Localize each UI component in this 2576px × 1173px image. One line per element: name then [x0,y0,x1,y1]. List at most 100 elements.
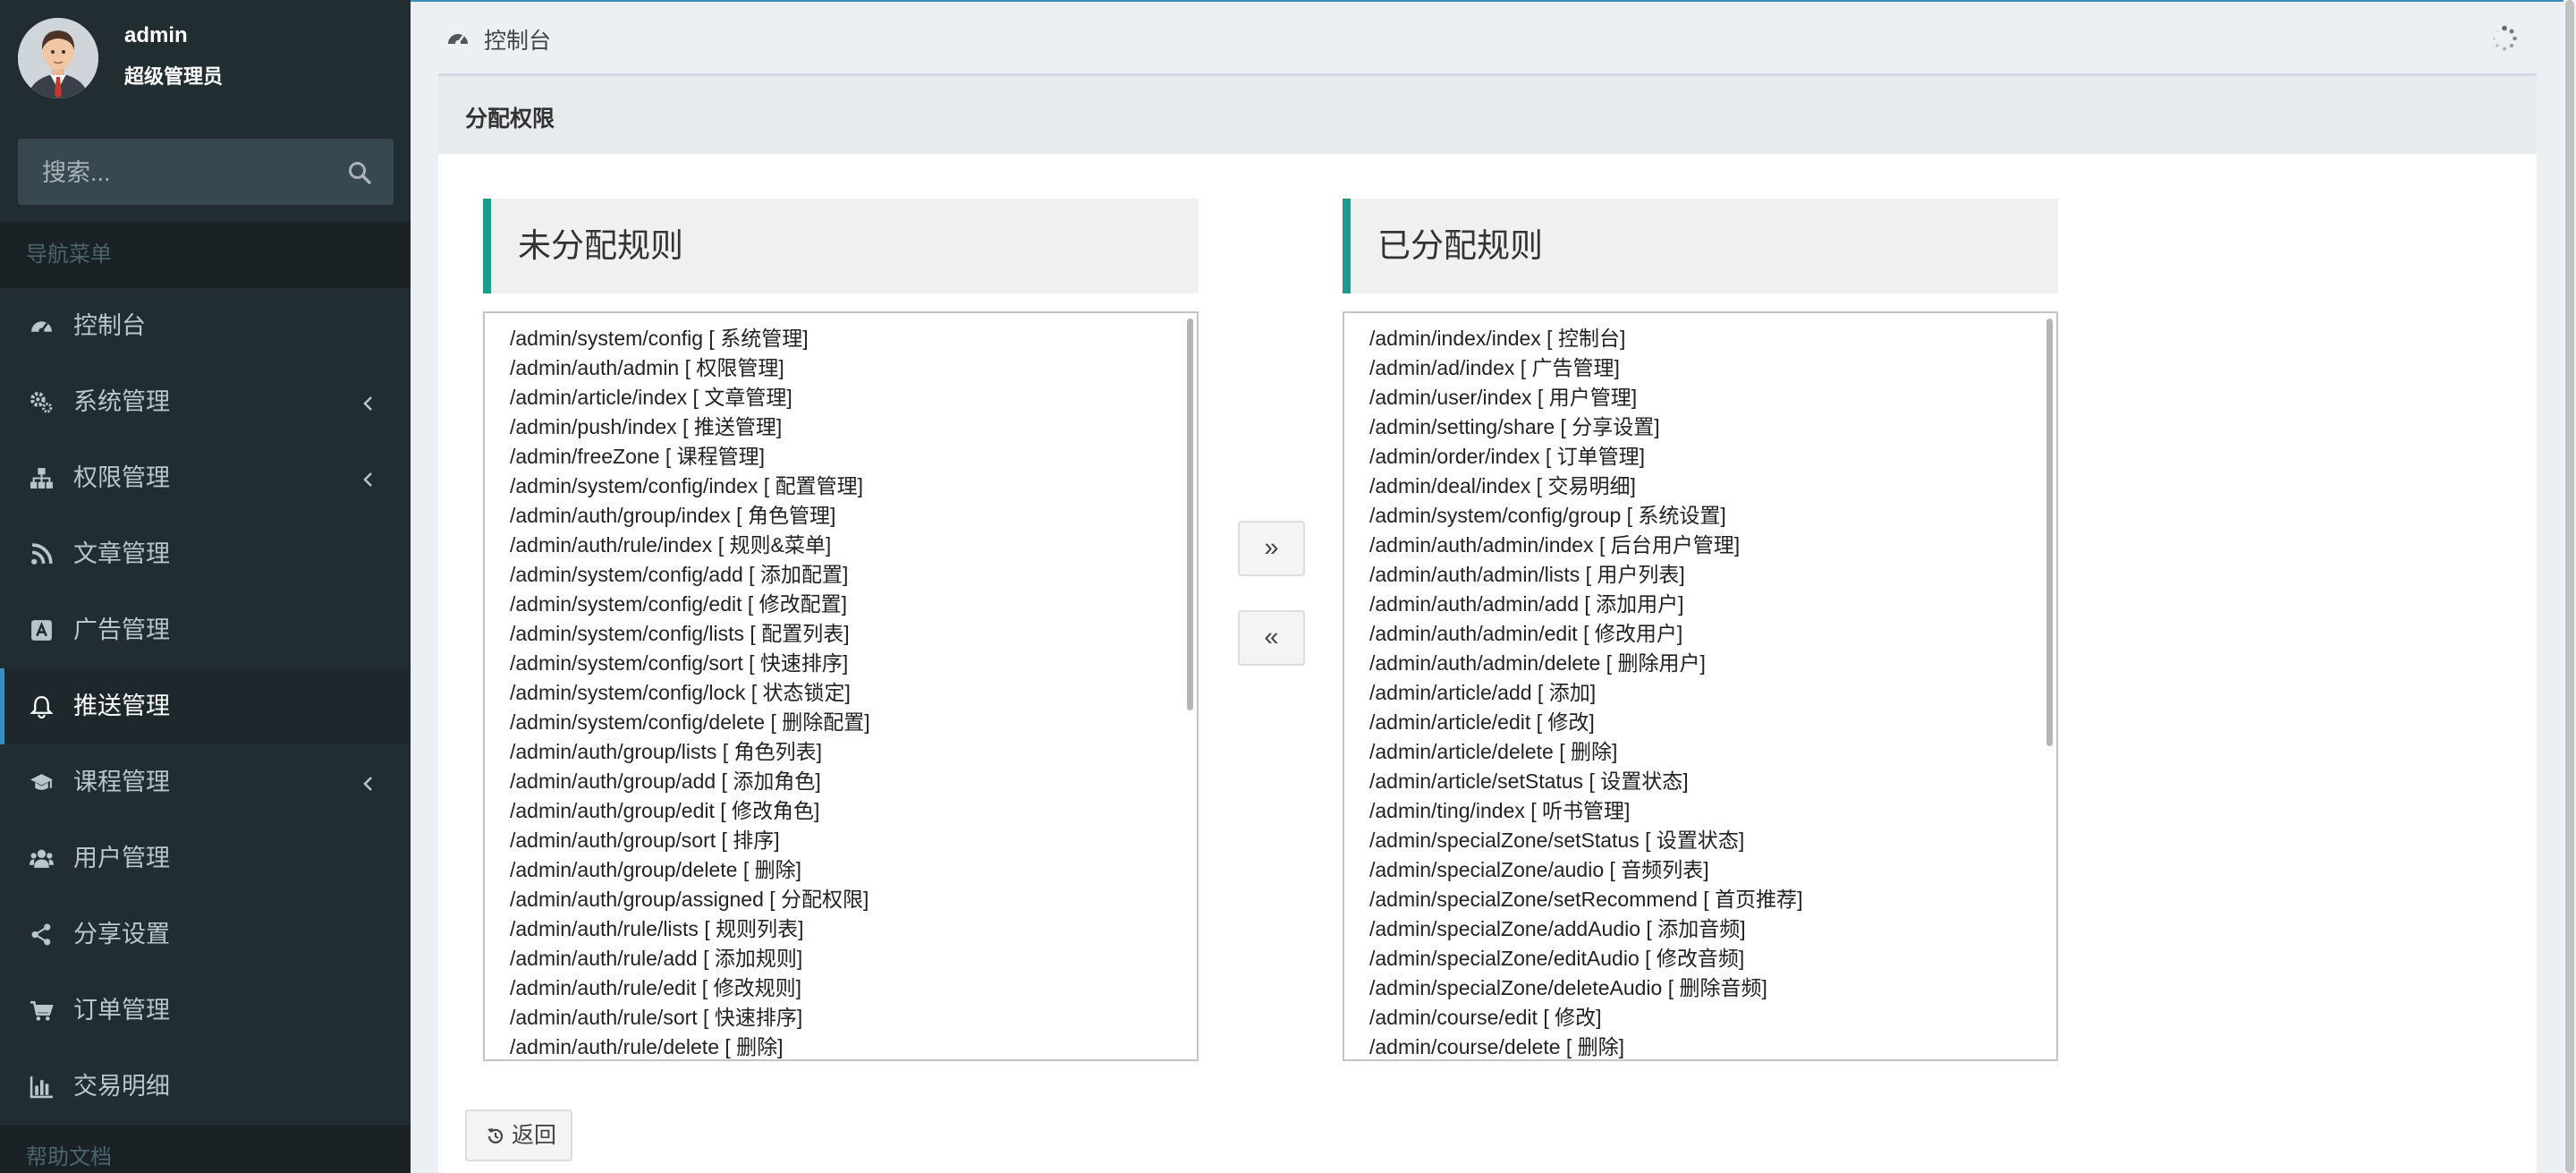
rule-option[interactable]: /admin/index/index [ 控制台] [1369,324,2056,353]
rule-option[interactable]: /admin/auth/group/edit [ 修改角色] [510,796,1197,826]
rule-option[interactable]: /admin/auth/group/assigned [ 分配权限] [510,885,1197,914]
rule-option[interactable]: /admin/system/config/edit [ 修改配置] [510,590,1197,619]
unassign-button[interactable]: « [1238,610,1305,666]
rule-option[interactable]: /admin/system/config/add [ 添加配置] [510,560,1197,590]
rule-option[interactable]: /admin/auth/rule/delete [ 删除] [510,1033,1197,1059]
rule-option[interactable]: /admin/article/setStatus [ 设置状态] [1369,767,2056,796]
rule-option[interactable]: /admin/specialZone/editAudio [ 修改音频] [1369,944,2056,973]
rule-option[interactable]: /admin/specialZone/setStatus [ 设置状态] [1369,826,2056,855]
rule-option[interactable]: /admin/ad/index [ 广告管理] [1369,353,2056,383]
rule-option[interactable]: /admin/system/config/group [ 系统设置] [1369,501,2056,531]
rule-option[interactable]: /admin/system/config/sort [ 快速排序] [510,649,1197,678]
rule-option[interactable]: /admin/auth/rule/edit [ 修改规则] [510,973,1197,1003]
avatar[interactable] [18,18,98,98]
chevron-left-icon [359,468,378,488]
rule-option[interactable]: /admin/auth/admin/add [ 添加用户] [1369,590,2056,619]
rule-option[interactable]: /admin/auth/rule/lists [ 规则列表] [510,914,1197,944]
sidebar-item-push[interactable]: 推送管理 [0,668,411,744]
rule-option[interactable]: /admin/order/index [ 订单管理] [1369,442,2056,472]
unassigned-title: 未分配规则 [518,227,683,264]
sidebar-item-label: 用户管理 [73,845,170,871]
ad-icon [30,618,54,642]
page-scrollbar-thumb[interactable] [2565,0,2574,1173]
rule-option[interactable]: /admin/system/config/delete [ 删除配置] [510,708,1197,737]
sidebar-item-share[interactable]: 分享设置 [0,897,411,973]
user-panel: admin 超级管理员 [0,0,411,125]
dashboard-icon [446,27,470,50]
rule-option[interactable]: /admin/auth/admin/index [ 后台用户管理] [1369,531,2056,560]
sidebar-item-article[interactable]: 文章管理 [0,516,411,592]
sidebar-item-dashboard[interactable]: 控制台 [0,288,411,364]
rule-option[interactable]: /admin/user/index [ 用户管理] [1369,383,2056,412]
assigned-list-scrollbar[interactable] [2046,319,2053,746]
unassigned-list-scrollbar[interactable] [1187,319,1193,710]
page-scrollbar[interactable] [2563,0,2576,1173]
rule-option[interactable]: /admin/deal/index [ 交易明细] [1369,472,2056,501]
sidebar-item-users[interactable]: 用户管理 [0,820,411,897]
rule-option[interactable]: /admin/auth/group/lists [ 角色列表] [510,737,1197,767]
unassigned-rules: /admin/system/config [ 系统管理]/admin/auth/… [485,313,1197,1059]
rule-option[interactable]: /admin/specialZone/audio [ 音频列表] [1369,855,2056,885]
rule-option[interactable]: /admin/specialZone/addAudio [ 添加音频] [1369,914,2056,944]
graduation-cap-icon [30,770,54,795]
sidebar-item-label: 推送管理 [73,693,170,719]
sidebar-item-permission[interactable]: 权限管理 [0,440,411,516]
rule-option[interactable]: /admin/ting/index [ 听书管理] [1369,796,2056,826]
rule-option[interactable]: /admin/specialZone/deleteAudio [ 删除音频] [1369,973,2056,1003]
chevron-left-icon [359,392,378,412]
sidebar-item-label: 广告管理 [73,616,170,643]
sidebar-item-label: 系统管理 [73,388,170,415]
gears-icon [30,390,54,414]
rule-option[interactable]: /admin/auth/group/add [ 添加角色] [510,767,1197,796]
sidebar-item-label: 文章管理 [73,540,170,567]
dashboard-icon [30,314,54,338]
rule-option[interactable]: /admin/auth/rule/index [ 规则&菜单] [510,531,1197,560]
sidebar-item-order[interactable]: 订单管理 [0,973,411,1049]
sidebar-item-ad[interactable]: 广告管理 [0,592,411,668]
search-input[interactable] [18,139,348,207]
rule-option[interactable]: /admin/setting/share [ 分享设置] [1369,412,2056,442]
rule-option[interactable]: /admin/system/config/index [ 配置管理] [510,472,1197,501]
sidebar-item-system[interactable]: 系统管理 [0,364,411,440]
back-button[interactable]: 返回 [465,1109,572,1161]
rule-option[interactable]: /admin/auth/group/sort [ 排序] [510,826,1197,855]
spinner-icon[interactable] [2491,25,2518,52]
rule-option[interactable]: /admin/system/config/lists [ 配置列表] [510,619,1197,649]
breadcrumb[interactable]: 控制台 [484,23,551,55]
nav-header-help: 帮助文档 [0,1125,411,1173]
bar-chart-icon [30,1075,54,1099]
rule-option[interactable]: /admin/system/config [ 系统管理] [510,324,1197,353]
share-icon [30,922,54,947]
rule-option[interactable]: /admin/article/edit [ 修改] [1369,708,2056,737]
assign-button[interactable]: » [1238,521,1305,576]
history-icon [486,1126,505,1146]
rule-option[interactable]: /admin/auth/admin/lists [ 用户列表] [1369,560,2056,590]
rule-option[interactable]: /admin/article/index [ 文章管理] [510,383,1197,412]
rule-option[interactable]: /admin/freeZone [ 课程管理] [510,442,1197,472]
rule-option[interactable]: /admin/specialZone/setRecommend [ 首页推荐] [1369,885,2056,914]
sitemap-icon [30,466,54,490]
rule-option[interactable]: /admin/course/edit [ 修改] [1369,1003,2056,1033]
rule-option[interactable]: /admin/auth/rule/add [ 添加规则] [510,944,1197,973]
assigned-rules-list[interactable]: /admin/index/index [ 控制台]/admin/ad/index… [1343,311,2058,1061]
rule-option[interactable]: /admin/article/add [ 添加] [1369,678,2056,708]
nav-header: 导航菜单 [0,222,411,288]
rule-option[interactable]: /admin/auth/group/index [ 角色管理] [510,501,1197,531]
rule-option[interactable]: /admin/push/index [ 推送管理] [510,412,1197,442]
sidebar-item-label: 交易明细 [73,1073,170,1100]
bell-icon [30,694,54,719]
rule-option[interactable]: /admin/course/delete [ 删除] [1369,1033,2056,1059]
unassigned-rules-list[interactable]: /admin/system/config [ 系统管理]/admin/auth/… [483,311,1199,1061]
sidebar-item-deal[interactable]: 交易明细 [0,1049,411,1125]
rule-option[interactable]: /admin/auth/admin/delete [ 删除用户] [1369,649,2056,678]
rule-option[interactable]: /admin/system/config/lock [ 状态锁定] [510,678,1197,708]
sidebar-item-course[interactable]: 课程管理 [0,744,411,820]
avatar-image [18,18,98,98]
assigned-panel-title: 已分配规则 [1343,199,2058,293]
search-icon[interactable] [347,160,372,185]
rule-option[interactable]: /admin/auth/admin [ 权限管理] [510,353,1197,383]
rule-option[interactable]: /admin/article/delete [ 删除] [1369,737,2056,767]
rule-option[interactable]: /admin/auth/group/delete [ 删除] [510,855,1197,885]
rule-option[interactable]: /admin/auth/rule/sort [ 快速排序] [510,1003,1197,1033]
rule-option[interactable]: /admin/auth/admin/edit [ 修改用户] [1369,619,2056,649]
